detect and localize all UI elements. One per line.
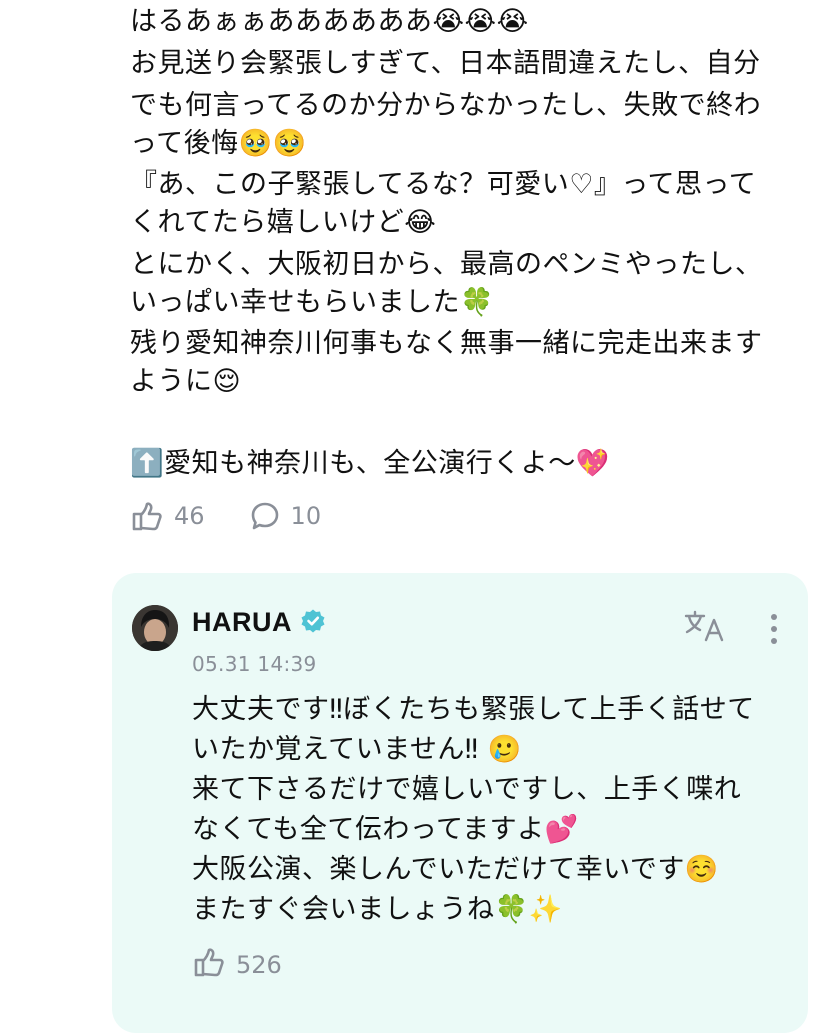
post-line: お見送り会緊張しすぎて、日本語間違えたし、自分	[130, 48, 761, 79]
like-button[interactable]: 46	[130, 500, 205, 532]
comment-icon	[249, 500, 281, 532]
reply-line: いたか覚えていません‼︎ 🥲	[192, 734, 522, 765]
reply-line: 大阪公演、楽しんでいただけて幸いです☺️	[192, 854, 719, 885]
like-icon	[192, 946, 226, 984]
reply-line: 来て下さるだけで嬉しいですし、上手く喋れ	[192, 774, 742, 805]
reply-line: なくても全て伝わってますよ💕	[192, 814, 579, 845]
post-line: いっぱい幸せもらいました🍀	[130, 287, 495, 318]
comment-button[interactable]: 10	[249, 500, 322, 532]
verified-badge-icon	[300, 608, 326, 638]
post-line: ように😌	[130, 366, 242, 397]
post-line: でも何言ってるのか分からなかったし、失敗で終わ	[130, 90, 762, 121]
reply-line: 大丈夫です‼︎ぼくたちも緊張して上手く話せて	[192, 694, 755, 725]
comment-count: 10	[290, 502, 322, 530]
username[interactable]: HARUA	[192, 607, 292, 638]
avatar[interactable]	[132, 605, 178, 651]
post-line: 残り愛知神奈川何事もなく無事一緒に完走出来ます	[130, 328, 763, 359]
post-line: とにかく、大阪初日から、最高のペンミやったし、	[130, 249, 763, 280]
post-line: くれてたら嬉しいけど😂	[130, 207, 437, 238]
translate-icon[interactable]	[684, 609, 728, 647]
post-line: 『あ、この子緊張してるな？可愛い♡』って思って	[130, 169, 757, 200]
like-count: 46	[174, 502, 205, 530]
more-icon[interactable]	[764, 611, 784, 651]
username-row: HARUA	[192, 607, 326, 638]
post-actions: 46 10	[130, 500, 365, 532]
reply-like-button[interactable]: 526	[192, 946, 282, 984]
like-icon	[130, 500, 164, 532]
timestamp: 05.31 14:39	[192, 652, 317, 676]
post-line: って後悔🥹🥹	[130, 128, 307, 159]
post-line: はるあぁぁああああああ😭😭😭	[130, 6, 529, 37]
post-line: ⬆️愛知も神奈川も、全公演行くよ〜💖	[130, 448, 610, 479]
reply-line: またすぐ会いましょうね🍀✨	[192, 894, 563, 925]
artist-reply-card: HARUA 05.31 14:39 大丈夫です‼︎ぼくたちも緊張して上手く話せて…	[112, 573, 808, 1033]
reply-like-count: 526	[236, 951, 282, 979]
